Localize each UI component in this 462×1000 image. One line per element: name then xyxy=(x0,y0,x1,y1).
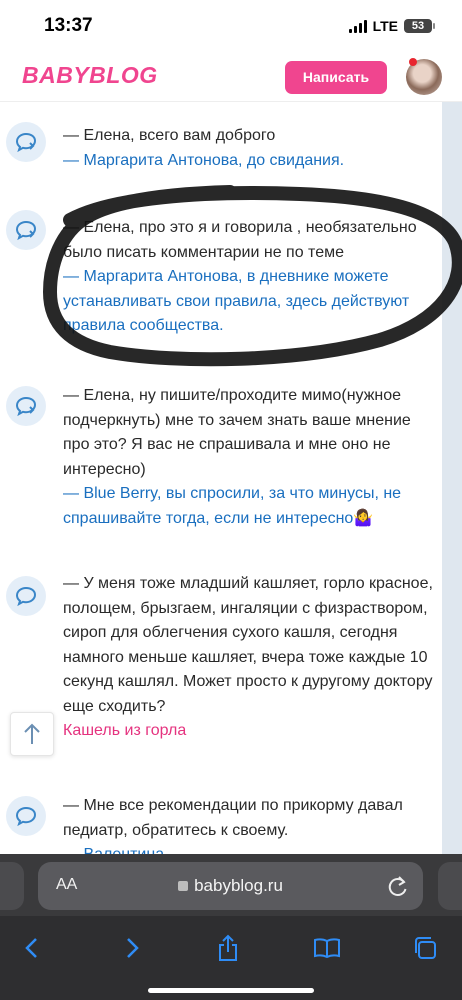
forward-button[interactable] xyxy=(110,926,154,970)
comment-text: сироп для облегчения сухого кашля, сегод… xyxy=(63,624,398,641)
comment-text: подчеркнуть) мне то зачем знать ваше мне… xyxy=(63,411,411,429)
comment-quote[interactable]: правила сообщества. xyxy=(63,314,462,339)
comment-text: интересно) xyxy=(63,460,146,478)
comment-quote[interactable]: — Blue Berry, вы спросили, за что минусы… xyxy=(63,482,462,507)
comment-quote[interactable]: — Маргарита Антонова, в дневнике можете xyxy=(63,265,462,290)
notification-dot xyxy=(409,58,417,66)
previous-tab[interactable] xyxy=(0,862,24,910)
comment-reply-icon[interactable] xyxy=(6,210,46,250)
chevron-right-icon xyxy=(127,938,139,958)
home-indicator xyxy=(148,988,314,993)
next-tab[interactable] xyxy=(438,862,462,910)
site-header: BABYBLOG Написать xyxy=(0,52,462,102)
comment-icon[interactable] xyxy=(6,576,46,616)
chevron-left-icon xyxy=(25,938,37,958)
comment-text: — Мне все рекомендации по прикорму давал xyxy=(63,797,403,814)
battery-icon: 53 xyxy=(404,19,435,33)
comment-quote[interactable]: устанавливать свои правила, здесь действ… xyxy=(63,290,462,315)
comment-icon[interactable] xyxy=(6,796,46,836)
url-text: babyblog.ru xyxy=(194,876,283,895)
signal-icon xyxy=(348,19,367,33)
lock-icon xyxy=(178,881,189,891)
comment-reply-icon[interactable] xyxy=(6,122,46,162)
bookmarks-button[interactable] xyxy=(305,926,349,970)
back-button[interactable] xyxy=(10,926,54,970)
tabs-button[interactable] xyxy=(403,926,447,970)
comment-text: педиатр, обратитесь к своему. xyxy=(63,821,289,839)
site-logo[interactable]: BABYBLOG xyxy=(22,62,158,89)
scroll-top-button[interactable] xyxy=(10,712,54,756)
status-bar: 13:37 LTE 53 xyxy=(0,0,462,52)
tabs-icon xyxy=(415,937,436,959)
share-button[interactable] xyxy=(206,926,250,970)
comment-quote[interactable]: — Маргарита Антонова, до свидания. xyxy=(63,149,462,174)
arrow-up-icon xyxy=(24,723,40,744)
share-icon xyxy=(219,934,237,961)
comment-quote[interactable]: — Валентина... xyxy=(63,843,462,854)
comments-feed[interactable]: — Елена, всего вам доброго — Маргарита А… xyxy=(0,102,462,854)
comment-text: — У меня тоже младший кашляет, горло кра… xyxy=(63,575,433,592)
comment-text: полощем, брызгаем, ингаляции с физраство… xyxy=(63,599,428,617)
comment-text: — Елена, всего вам доброго xyxy=(63,127,276,144)
comment-quote[interactable]: спрашивайте тогда, если не интересно🤷‍♀️ xyxy=(63,507,462,532)
reload-icon[interactable] xyxy=(387,874,409,898)
book-icon xyxy=(314,938,340,959)
comment-reply-icon[interactable] xyxy=(6,386,46,426)
network-label: LTE xyxy=(372,18,398,34)
write-button[interactable]: Написать xyxy=(285,61,387,94)
status-time: 13:37 xyxy=(44,15,93,36)
comment-text: еще сходить? xyxy=(63,697,166,715)
comment-text: секунд кашлял. Может просто к дуругому д… xyxy=(63,673,433,690)
address-field[interactable]: AA babyblog.ru xyxy=(38,862,423,910)
comment-text: — Елена, про это я и говорила , необязат… xyxy=(63,219,417,236)
comment-text: про это? Я вас не спрашивала и мне оно н… xyxy=(63,436,391,453)
status-indicators: LTE 53 xyxy=(348,18,435,34)
comment-text: намного меньше кашляет, вчера тоже кажды… xyxy=(63,648,428,666)
comment-text: было писать комментарии не по теме xyxy=(63,243,344,261)
post-link[interactable]: Кашель из горла xyxy=(63,719,462,744)
comment-text: — Елена, ну пишите/проходите мимо(нужное xyxy=(63,387,402,404)
browser-url-bar: AA babyblog.ru xyxy=(0,854,462,916)
